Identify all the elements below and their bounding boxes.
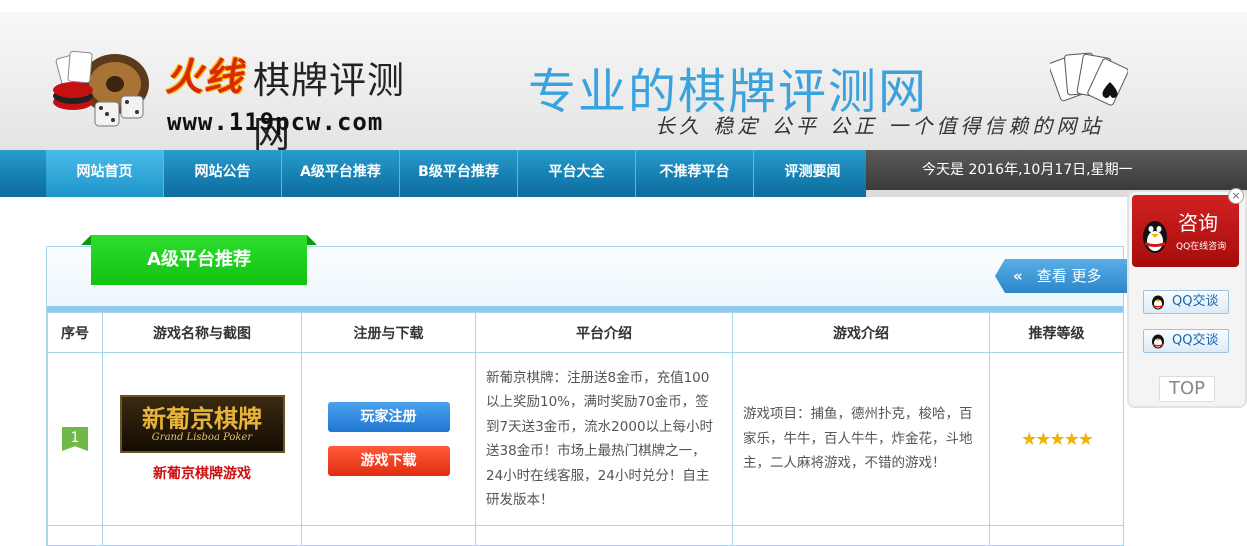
col-header-rating: 推荐等级 — [989, 312, 1124, 353]
back-to-top-button[interactable]: TOP — [1159, 376, 1215, 402]
game-cell — [102, 525, 302, 546]
rank-badge: 1 — [62, 427, 88, 451]
section-tab[interactable]: A级平台推荐 — [91, 235, 307, 285]
game-intro-cell: 游戏项目：捕鱼，德州扑克，梭哈，百家乐，牛牛，百人牛牛，炸金花，斗地主，二人麻将… — [732, 352, 990, 526]
game-intro-text: 游戏项目：捕鱼，德州扑克，梭哈，百家乐，牛牛，百人牛牛，炸金花，斗地主，二人麻将… — [743, 406, 973, 472]
platform-intro-cell — [475, 525, 733, 546]
a-grade-panel: A级平台推荐 « 查看 更多 序号 游戏名称与截图 注册与下载 平台介绍 游戏介绍… — [46, 235, 1129, 546]
register-button[interactable]: 玩家注册 — [327, 402, 450, 432]
rating-cell: ★★★★★ — [989, 352, 1124, 526]
logo-url: www.119pcw.com — [167, 108, 384, 136]
casino-chips-icon — [53, 50, 149, 127]
nav-item-a-grade[interactable]: A级平台推荐 — [282, 150, 400, 197]
col-header-game: 游戏名称与截图 — [102, 312, 302, 353]
col-header-rank: 序号 — [47, 312, 103, 353]
playing-cards-icon — [1050, 52, 1128, 106]
qq-chat-button-1[interactable]: QQ交谈 — [1143, 290, 1229, 314]
current-date: 今天是 2016年,10月17日,星期一 — [866, 150, 1247, 190]
game-logo-title: 新葡京棋牌 — [142, 404, 262, 433]
qq-widget-header: 咨询 QQ在线咨询 — [1132, 195, 1239, 267]
qq-chat-label: QQ交谈 — [1172, 333, 1219, 348]
platform-table: 序号 游戏名称与截图 注册与下载 平台介绍 游戏介绍 推荐等级 1 新葡京棋牌 … — [47, 312, 1124, 546]
double-chevron-left-icon: « — [1013, 267, 1023, 285]
nav-item-b-grade[interactable]: B级平台推荐 — [400, 150, 518, 197]
main-navigation: 网站首页 网站公告 A级平台推荐 B级平台推荐 平台大全 不推荐平台 评测要闻 … — [0, 150, 1247, 197]
game-logo-image[interactable]: 新葡京棋牌 Grand Lisboa Poker — [119, 395, 285, 453]
view-more-button[interactable]: « 查看 更多 — [995, 259, 1129, 293]
qq-penguin-icon — [1152, 295, 1164, 310]
nav-item-home[interactable]: 网站首页 — [46, 150, 164, 197]
close-icon[interactable]: × — [1228, 188, 1244, 204]
table-row: 1 新葡京棋牌 Grand Lisboa Poker 新葡京棋牌游戏 玩家注册 … — [47, 352, 1124, 526]
tab-ear-right — [307, 235, 317, 245]
site-logo[interactable]: 火线 棋牌评测网 www.119pcw.com — [45, 42, 425, 156]
header-tagline: 长久 稳定 公平 公正 一个值得信赖的网站 — [655, 114, 1105, 138]
logo-brand-text: 火线 — [165, 55, 244, 99]
col-header-register: 注册与下载 — [301, 312, 476, 353]
nav-items: 网站首页 网站公告 A级平台推荐 B级平台推荐 平台大全 不推荐平台 评测要闻 — [46, 150, 872, 197]
table-row — [47, 525, 1124, 546]
platform-intro-cell: 新葡京棋牌：注册送8金币，充值100以上奖励10%，满时奖励70金币，签到7天送… — [475, 352, 733, 526]
nav-item-announcements[interactable]: 网站公告 — [164, 150, 282, 197]
platform-intro-text: 新葡京棋牌：注册送8金币，充值100以上奖励10%，满时奖励70金币，签到7天送… — [486, 369, 714, 509]
logo-site-name: 棋牌评测网 — [253, 59, 405, 156]
rank-cell: 1 — [47, 352, 103, 526]
actions-cell: 玩家注册 游戏下载 — [301, 352, 476, 526]
col-header-game-intro: 游戏介绍 — [732, 312, 990, 353]
actions-cell — [301, 525, 476, 546]
qq-widget-title: 咨询 — [1178, 211, 1218, 235]
game-intro-cell — [732, 525, 990, 546]
download-button[interactable]: 游戏下载 — [327, 446, 450, 476]
qq-widget-subtitle: QQ在线咨询 — [1176, 242, 1227, 252]
qq-penguin-icon — [1143, 221, 1167, 253]
table-header-row: 序号 游戏名称与截图 注册与下载 平台介绍 游戏介绍 推荐等级 — [47, 312, 1124, 353]
rank-cell — [47, 525, 103, 546]
qq-chat-button-2[interactable]: QQ交谈 — [1143, 329, 1229, 353]
site-header: 火线 棋牌评测网 www.119pcw.com 专业的棋牌评测网 长久 稳定 公… — [0, 0, 1247, 156]
qq-penguin-icon — [1152, 334, 1164, 349]
col-header-platform-intro: 平台介绍 — [475, 312, 733, 353]
view-more-label: 查看 更多 — [1036, 267, 1102, 285]
rating-cell — [989, 525, 1124, 546]
nav-item-all-platforms[interactable]: 平台大全 — [518, 150, 636, 197]
star-rating: ★★★★★ — [1021, 428, 1094, 450]
qq-consult-widget: 咨询 QQ在线咨询 × QQ交谈 QQ交谈 TOP — [1127, 188, 1247, 408]
game-logo-subtitle: Grand Lisboa Poker — [151, 432, 253, 443]
tab-ear-left — [81, 235, 91, 245]
qq-chat-label: QQ交谈 — [1172, 294, 1219, 309]
nav-item-news[interactable]: 评测要闻 — [754, 150, 872, 197]
game-cell: 新葡京棋牌 Grand Lisboa Poker 新葡京棋牌游戏 — [102, 352, 302, 526]
nav-item-not-recommended[interactable]: 不推荐平台 — [636, 150, 754, 197]
game-name-link[interactable]: 新葡京棋牌游戏 — [103, 463, 301, 483]
